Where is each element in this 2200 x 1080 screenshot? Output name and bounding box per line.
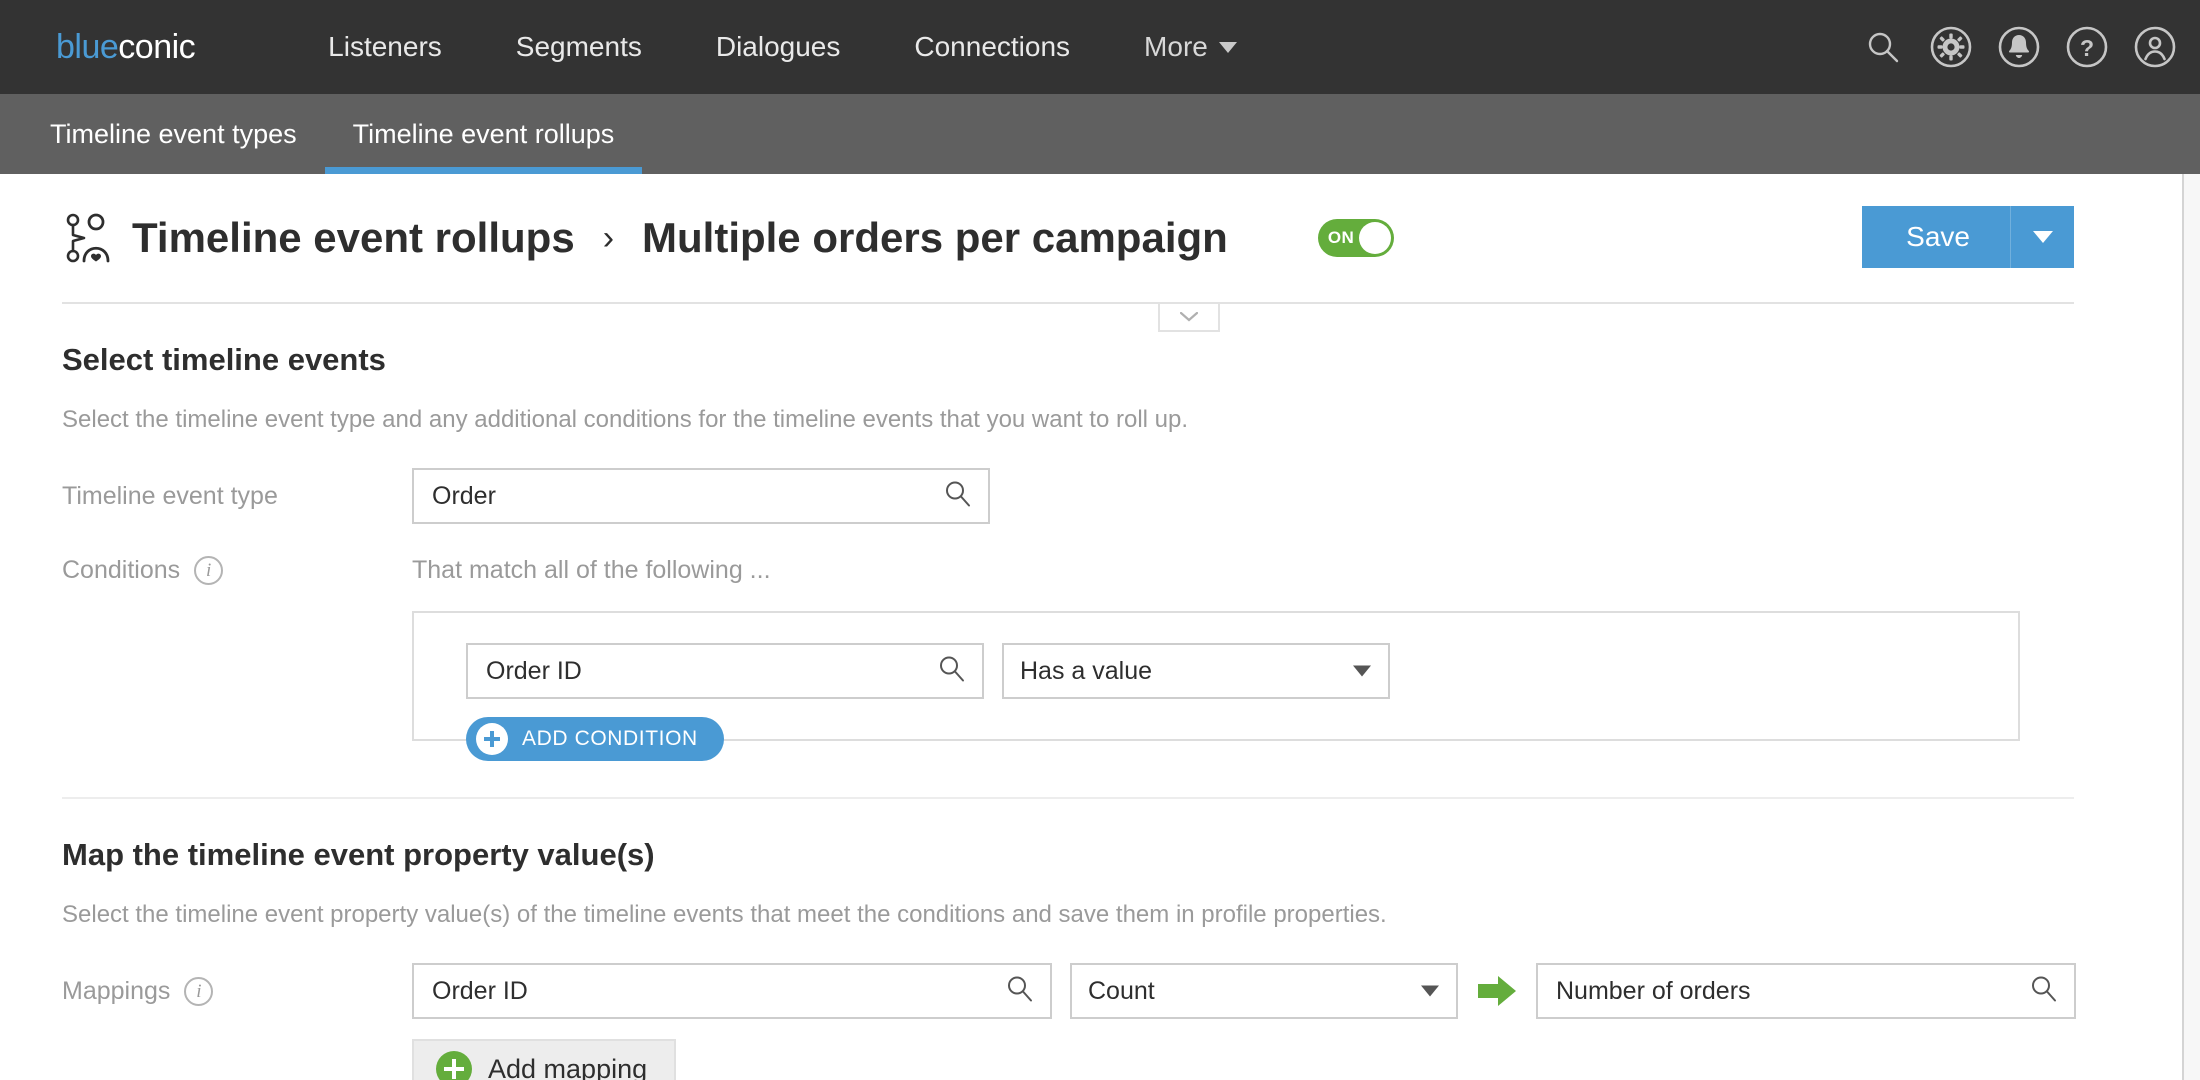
info-icon[interactable]: i	[194, 556, 224, 585]
save-button-group[interactable]: Save	[1862, 206, 2074, 268]
condition-operator-select[interactable]: Has a value	[1002, 643, 1390, 699]
nav-icon-group: ?	[1860, 0, 2178, 94]
mapping-target-input[interactable]: Number of orders	[1536, 963, 2076, 1019]
add-condition-label: ADD CONDITION	[522, 727, 698, 750]
row-conditions: Conditions i That match all of the follo…	[62, 542, 2074, 761]
add-mapping-button[interactable]: Add mapping	[412, 1039, 676, 1080]
conditions-box: Order ID Has a value ADD CONDITION	[412, 611, 2020, 761]
mapping-aggregation-select[interactable]: Count	[1070, 963, 1458, 1019]
timeline-event-type-value: Order	[432, 481, 496, 510]
plus-icon	[436, 1051, 472, 1080]
chevron-down-icon	[1180, 312, 1198, 322]
section-title: Map the timeline event property value(s)	[62, 837, 655, 872]
condition-property-value: Order ID	[486, 656, 582, 685]
logo-text-blue: blue	[56, 27, 119, 66]
timeline-event-type-input[interactable]: Order	[412, 468, 990, 524]
nav-item-segments[interactable]: Segments	[479, 31, 679, 63]
gear-icon[interactable]	[1928, 24, 1974, 70]
arrow-right-icon	[1476, 974, 1518, 1008]
save-dropdown-button[interactable]	[2010, 206, 2074, 268]
conditions-match-text: That match all of the following ...	[412, 556, 771, 584]
timeline-event-rollup-icon	[62, 209, 118, 267]
search-icon[interactable]	[938, 655, 966, 688]
mapping-target-value: Number of orders	[1556, 976, 1751, 1005]
page-content: Timeline event rollups › Multiple orders…	[0, 174, 2200, 1080]
add-condition-button[interactable]: ADD CONDITION	[466, 717, 724, 761]
nav-item-connections[interactable]: Connections	[877, 31, 1107, 63]
top-navigation-bar: blueconic Listeners Segments Dialogues C…	[0, 0, 2200, 94]
search-icon[interactable]	[944, 480, 972, 513]
condition-property-input[interactable]: Order ID	[466, 643, 984, 699]
breadcrumb-separator: ›	[602, 218, 615, 257]
search-icon[interactable]	[1006, 975, 1034, 1008]
blueconic-logo[interactable]: blueconic	[56, 27, 196, 67]
page-title: Multiple orders per campaign	[642, 214, 1228, 261]
toggle-knob	[1358, 222, 1391, 254]
sub-navigation-bar: Timeline event types Timeline event roll…	[0, 94, 2200, 174]
chevron-down-icon	[1421, 985, 1439, 997]
bell-icon[interactable]	[1996, 24, 2042, 70]
row-timeline-event-type: Timeline event type Order	[62, 468, 2074, 524]
nav-item-listeners[interactable]: Listeners	[291, 31, 479, 63]
nav-item-dialogues[interactable]: Dialogues	[679, 31, 878, 63]
breadcrumb-parent[interactable]: Timeline event rollups	[132, 214, 575, 262]
nav-item-more[interactable]: More	[1107, 31, 1274, 63]
add-mapping-label: Add mapping	[488, 1053, 648, 1080]
search-icon[interactable]	[2030, 975, 2058, 1008]
account-icon[interactable]	[2132, 24, 2178, 70]
section-description: Select the timeline event property value…	[62, 901, 1387, 928]
chevron-down-icon	[1353, 665, 1371, 677]
mapping-source-input[interactable]: Order ID	[412, 963, 1052, 1019]
page-header: Timeline event rollups › Multiple orders…	[62, 174, 2074, 302]
nav-item-more-label: More	[1144, 31, 1208, 62]
plus-icon	[476, 723, 508, 755]
condition-row: Order ID Has a value	[466, 643, 1984, 699]
chevron-down-icon	[1218, 41, 1237, 53]
toggle-label: ON	[1327, 228, 1355, 247]
info-icon[interactable]: i	[184, 977, 214, 1006]
save-button[interactable]: Save	[1862, 206, 2010, 268]
mapping-aggregation-value: Count	[1088, 976, 1155, 1005]
section-map-property-values: Map the timeline event property value(s)…	[62, 799, 2076, 1080]
conditions-area: That match all of the following ... Orde…	[412, 542, 2020, 761]
chevron-down-icon	[2032, 231, 2053, 243]
mappings-label: Mappings i	[62, 963, 412, 1006]
section-select-timeline-events: Select timeline events Select the timeli…	[62, 304, 2074, 761]
conditions-label: Conditions i	[62, 542, 412, 585]
section-title: Select timeline events	[62, 342, 386, 377]
help-icon[interactable]: ?	[2064, 24, 2110, 70]
svg-text:?: ?	[2080, 35, 2094, 61]
condition-operator-value: Has a value	[1020, 656, 1153, 685]
header-divider	[62, 302, 2074, 332]
conditions-label-text: Conditions	[62, 556, 181, 584]
tab-timeline-event-types[interactable]: Timeline event types	[22, 94, 325, 174]
mapping-row: Order ID Count Number of orders	[412, 963, 2076, 1019]
rollup-enabled-toggle[interactable]: ON	[1317, 219, 1394, 257]
mappings-label-text: Mappings	[62, 977, 171, 1005]
search-icon[interactable]	[1860, 24, 1906, 70]
main-nav-items: Listeners Segments Dialogues Connections…	[291, 31, 1274, 63]
page-inner: Timeline event rollups › Multiple orders…	[0, 174, 2130, 1080]
collapse-header-button[interactable]	[1158, 304, 1220, 332]
tab-timeline-event-rollups[interactable]: Timeline event rollups	[324, 94, 643, 174]
row-mappings: Mappings i Order ID Count Number of orde…	[62, 963, 2076, 1019]
vertical-scrollbar[interactable]	[2182, 174, 2200, 1080]
mapping-source-value: Order ID	[432, 976, 528, 1005]
timeline-event-type-label: Timeline event type	[62, 482, 278, 510]
logo-text-conic: conic	[118, 27, 196, 66]
section-description: Select the timeline event type and any a…	[62, 406, 1189, 433]
